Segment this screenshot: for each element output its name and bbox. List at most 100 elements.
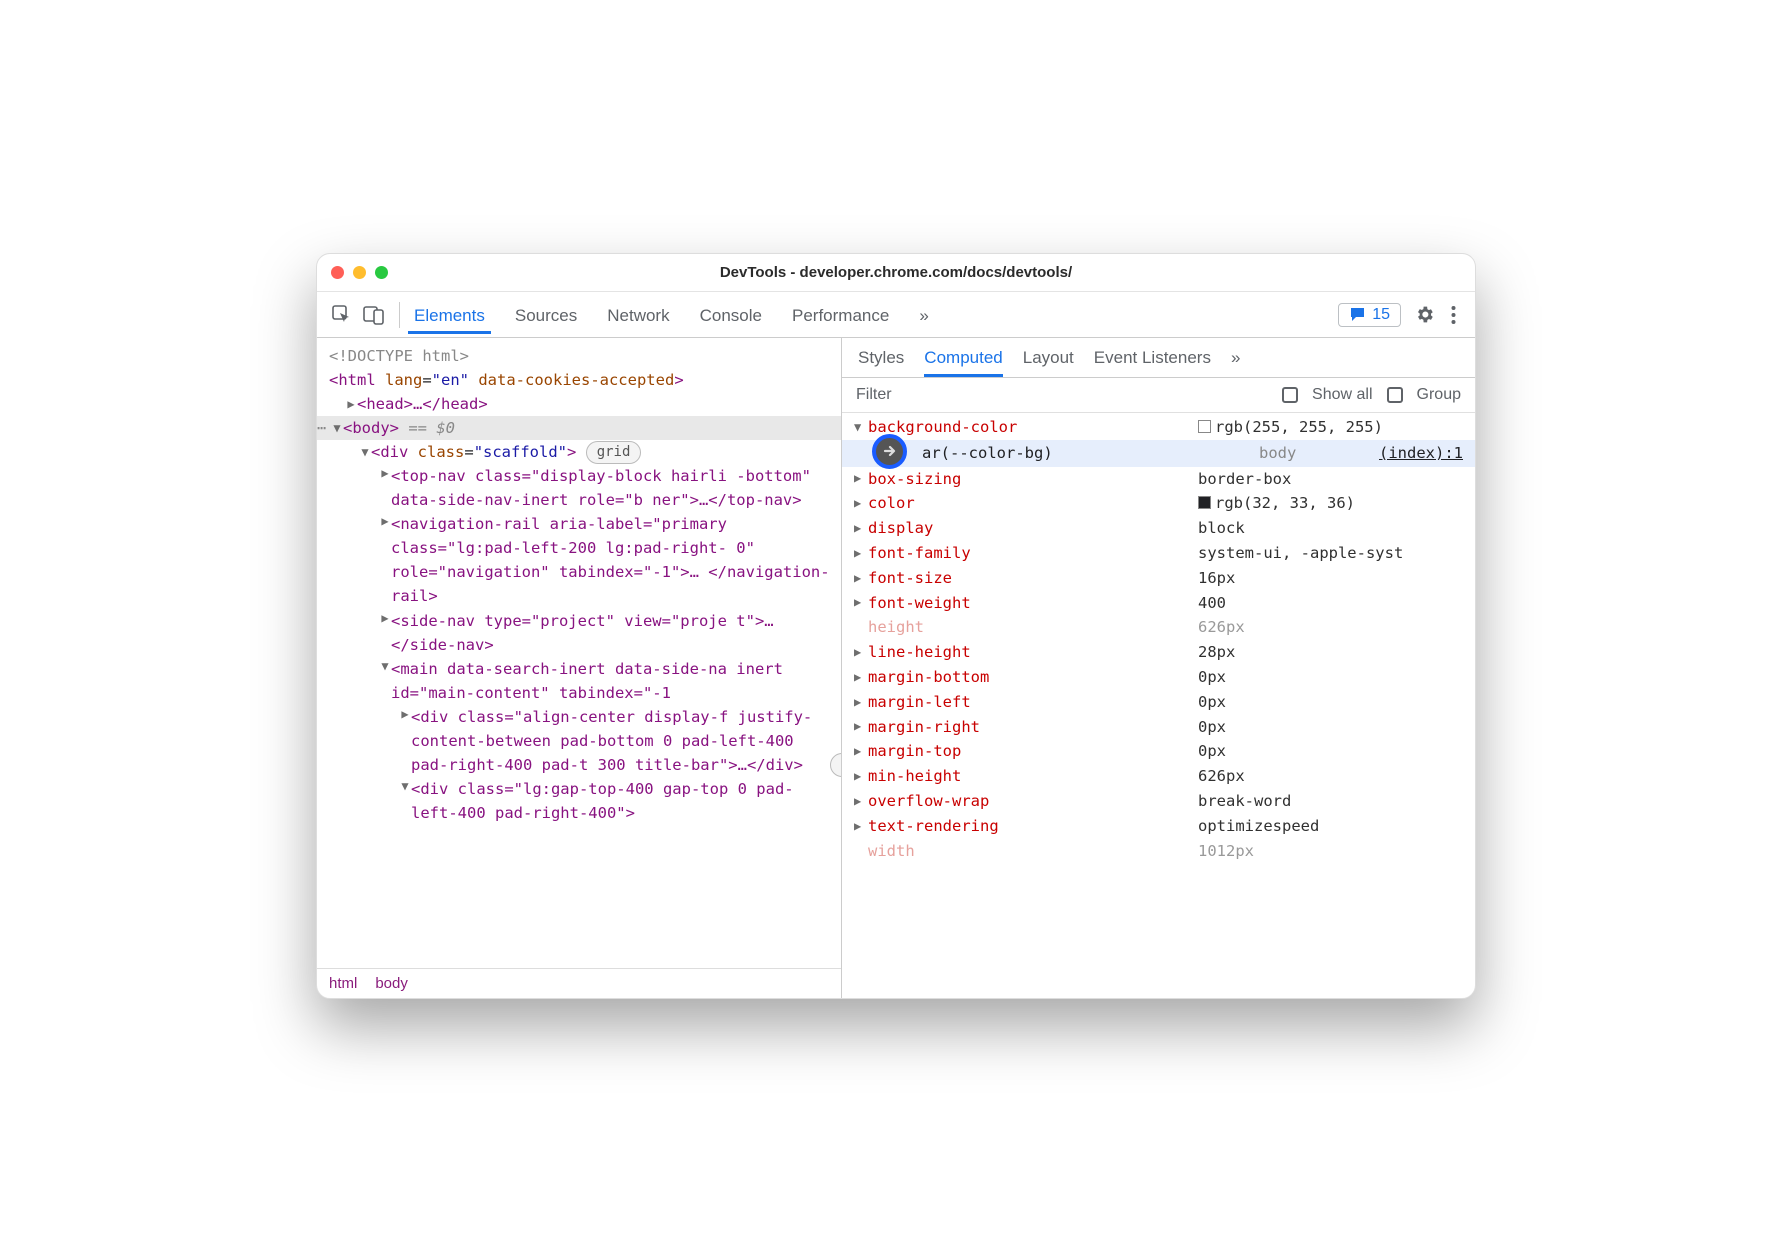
property-value: 0px [1198,690,1226,715]
computed-row[interactable]: ▶margin-top0px [842,739,1475,764]
tab-console[interactable]: Console [694,296,768,334]
property-value: block [1198,516,1245,541]
computed-row[interactable]: ▶colorrgb(32, 33, 36) [842,491,1475,516]
grid-pill[interactable]: grid [586,441,642,465]
group-checkbox[interactable] [1387,387,1403,403]
computed-row[interactable]: height626px [842,615,1475,640]
title-bar: DevTools - developer.chrome.com/docs/dev… [317,254,1475,292]
color-swatch-icon [1198,496,1211,509]
property-name: margin-left [868,690,1198,715]
property-value: 400 [1198,591,1226,616]
computed-row[interactable]: ▶displayblock [842,516,1475,541]
expand-icon[interactable]: ▶ [854,767,868,786]
computed-row[interactable]: ▶min-height626px [842,764,1475,789]
computed-trace-row[interactable]: ar(--color-bg)body(index):1 [842,440,1475,467]
computed-row[interactable]: ▶font-weight400 [842,591,1475,616]
property-value: 626px [1198,615,1245,640]
crumb-html[interactable]: html [329,975,357,992]
property-name: background-color [868,415,1198,440]
tab-computed[interactable]: Computed [924,348,1002,377]
color-swatch-icon [1198,420,1211,433]
expand-icon[interactable]: ▶ [854,817,868,836]
property-name: font-family [868,541,1198,566]
tabs-overflow[interactable]: » [1231,348,1240,377]
expand-icon[interactable]: ▶ [854,494,868,513]
expand-icon[interactable]: ▶ [854,742,868,761]
computed-list[interactable]: ▼background-colorrgb(255, 255, 255)ar(--… [842,413,1475,998]
gap-div[interactable]: ▼<div class="lg:gap-top-400 gap-top 0 pa… [317,777,841,825]
property-value: system-ui, -apple-syst [1198,541,1403,566]
settings-icon[interactable] [1407,304,1441,325]
property-name: overflow-wrap [868,789,1198,814]
head-element[interactable]: ▶<head>…</head> [317,392,841,416]
computed-row[interactable]: ▶margin-bottom0px [842,665,1475,690]
property-value: 0px [1198,739,1226,764]
expand-icon[interactable]: ▶ [854,717,868,736]
expand-icon[interactable]: ▶ [854,792,868,811]
navigation-rail-element[interactable]: ▶<navigation-rail aria-label="primary cl… [317,512,841,608]
property-value: border-box [1198,467,1291,492]
property-value: 16px [1198,566,1235,591]
computed-row[interactable]: ▶overflow-wrapbreak-word [842,789,1475,814]
tab-elements[interactable]: Elements [408,296,491,334]
property-name: height [868,615,1198,640]
expand-icon[interactable]: ▶ [854,643,868,662]
trace-source-link[interactable]: (index):1 [1379,441,1463,466]
tab-layout[interactable]: Layout [1023,348,1074,377]
issues-badge[interactable]: 15 [1338,303,1401,327]
sidebar-tabs: Styles Computed Layout Event Listeners » [842,338,1475,378]
computed-row[interactable]: ▶text-renderingoptimizespeed [842,814,1475,839]
computed-row[interactable]: ▶box-sizingborder-box [842,467,1475,492]
computed-row[interactable]: width1012px [842,839,1475,864]
tab-event-listeners[interactable]: Event Listeners [1094,348,1211,377]
dom-tree[interactable]: <!DOCTYPE html> <html lang="en" data-coo… [317,338,841,968]
expand-icon[interactable]: ▶ [854,569,868,588]
separator [399,302,400,328]
property-value: 0px [1198,665,1226,690]
computed-row[interactable]: ▼background-colorrgb(255, 255, 255) [842,415,1475,440]
device-toggle-icon[interactable] [359,305,389,325]
tab-network[interactable]: Network [601,296,675,334]
showall-label: Show all [1312,386,1372,404]
side-nav-element[interactable]: ▶<side-nav type="project" view="proje t"… [317,609,841,657]
expand-icon[interactable]: ▶ [854,469,868,488]
sidebar-panel: Styles Computed Layout Event Listeners »… [842,338,1475,998]
scaffold-div[interactable]: ▼<div class="scaffold"> grid [317,440,841,464]
title-bar-div[interactable]: ▶<div class="align-center display-f just… [317,705,841,777]
body-split: <!DOCTYPE html> <html lang="en" data-coo… [317,338,1475,998]
computed-row[interactable]: ▶margin-right0px [842,715,1475,740]
computed-row[interactable]: ▶font-size16px [842,566,1475,591]
main-element[interactable]: ▼<main data-search-inert data-side-na in… [317,657,841,705]
devtools-window: DevTools - developer.chrome.com/docs/dev… [316,253,1476,999]
top-nav-element[interactable]: ▶<top-nav class="display-block hairli -b… [317,464,841,512]
filter-input[interactable]: Filter [856,386,1268,404]
property-name: margin-bottom [868,665,1198,690]
computed-row[interactable]: ▶font-familysystem-ui, -apple-syst [842,541,1475,566]
property-name: box-sizing [868,467,1198,492]
filter-bar: Filter Show all Group [842,378,1475,413]
property-value: 1012px [1198,839,1254,864]
expand-icon[interactable]: ▶ [854,693,868,712]
tab-styles[interactable]: Styles [858,348,904,377]
property-name: width [868,839,1198,864]
goto-source-icon[interactable] [872,434,907,469]
computed-row[interactable]: ▶margin-left0px [842,690,1475,715]
showall-checkbox[interactable] [1282,387,1298,403]
tab-performance[interactable]: Performance [786,296,895,334]
flex-pill[interactable]: flex [830,753,841,777]
computed-row[interactable]: ▶line-height28px [842,640,1475,665]
html-element[interactable]: <html lang="en" data-cookies-accepted> [317,368,841,392]
property-name: font-size [868,566,1198,591]
tabs-overflow[interactable]: » [913,296,934,334]
expand-icon[interactable]: ▶ [854,519,868,538]
body-element-selected[interactable]: ⋯▼<body> == $0 [317,416,841,440]
crumb-body[interactable]: body [375,975,408,992]
tab-sources[interactable]: Sources [509,296,583,334]
inspect-icon[interactable] [327,305,357,325]
kebab-menu-icon[interactable] [1443,305,1463,325]
window-title: DevTools - developer.chrome.com/docs/dev… [317,264,1475,281]
expand-icon[interactable]: ▶ [854,544,868,563]
expand-icon[interactable]: ▶ [854,593,868,612]
expand-icon[interactable]: ▶ [854,668,868,687]
expand-icon[interactable]: ▼ [854,418,868,437]
